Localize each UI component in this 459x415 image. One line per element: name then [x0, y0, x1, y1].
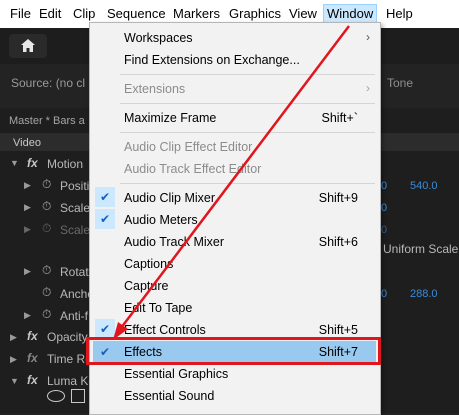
annotation-arrow-icon: [113, 25, 350, 340]
